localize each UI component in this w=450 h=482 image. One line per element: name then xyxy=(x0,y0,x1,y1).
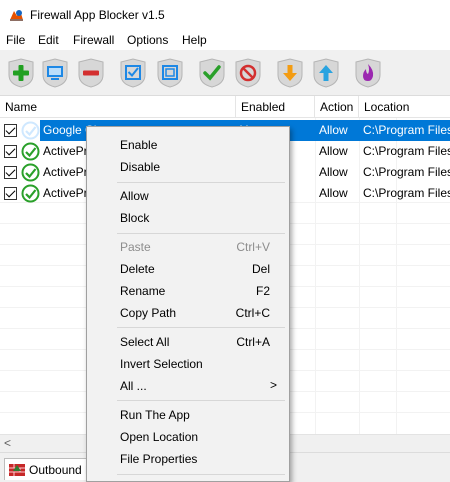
toolbar xyxy=(0,50,450,96)
menu-separator xyxy=(117,233,285,234)
menu-item-allow[interactable]: Allow xyxy=(87,185,289,207)
menu-file[interactable]: File xyxy=(6,33,25,47)
menu-help[interactable]: Help xyxy=(182,33,207,47)
firewall-wall-icon xyxy=(9,464,25,476)
remove-button[interactable] xyxy=(76,57,106,89)
check-all-button[interactable] xyxy=(118,57,148,89)
menu-item-select-all[interactable]: Select All Ctrl+A xyxy=(87,331,289,353)
row-action: Allow xyxy=(319,186,348,200)
flame-icon xyxy=(355,58,381,88)
arrow-down-icon xyxy=(277,58,303,88)
menu-item-block[interactable]: Block xyxy=(87,207,289,229)
allowed-icon xyxy=(21,163,40,182)
monitor-button[interactable] xyxy=(40,57,70,89)
menu-item-label: Disable xyxy=(120,160,161,174)
menu-options[interactable]: Options xyxy=(127,33,168,47)
menu-item-run-app[interactable]: Run The App xyxy=(87,404,289,426)
allowed-icon xyxy=(21,142,40,161)
menu-item-shortcut: Del xyxy=(251,262,270,276)
plus-icon xyxy=(8,58,34,88)
row-checkbox[interactable] xyxy=(4,187,17,200)
menu-item-disable[interactable]: Disable xyxy=(87,156,289,178)
allow-button[interactable] xyxy=(197,57,227,89)
column-header-name[interactable]: Name xyxy=(0,96,236,118)
row-action: Allow xyxy=(319,123,348,137)
menu-separator xyxy=(117,182,285,183)
outbound-rules-tab[interactable]: Outbound R xyxy=(4,458,96,480)
menu-item-label: Select All xyxy=(120,335,170,349)
menu-item-label: All ... xyxy=(120,379,147,393)
row-location: C:\Program Files ( xyxy=(363,186,450,200)
menu-separator xyxy=(117,474,285,475)
row-checkbox[interactable] xyxy=(4,124,17,137)
menu-item-shortcut: F2 xyxy=(255,284,270,298)
status-tab-label: Outbound R xyxy=(29,463,94,477)
menu-item-label: Delete xyxy=(120,262,155,276)
row-action: Allow xyxy=(319,165,348,179)
menu-item-label: Allow xyxy=(120,189,149,203)
scroll-left-arrow[interactable]: < xyxy=(4,436,11,450)
row-checkbox[interactable] xyxy=(4,166,17,179)
menu-item-open-location[interactable]: Open Location xyxy=(87,426,289,448)
menu-item-label: Paste xyxy=(120,240,151,254)
menu-item-rename[interactable]: Rename F2 xyxy=(87,280,289,302)
add-app-button[interactable] xyxy=(6,57,36,89)
list-header: Name Enabled Action Location xyxy=(0,96,450,118)
menu-item-invert-selection[interactable]: Invert Selection xyxy=(87,353,289,375)
menu-item-shortcut: Ctrl+A xyxy=(236,335,270,349)
column-header-enabled[interactable]: Enabled xyxy=(236,96,315,118)
context-menu: Enable Disable Allow Block Paste Ctrl+V D… xyxy=(86,126,290,482)
title-bar: Firewall App Blocker v1.5 xyxy=(0,0,450,30)
allowed-icon xyxy=(21,184,40,203)
menu-item-copy-path[interactable]: Copy Path Ctrl+C xyxy=(87,302,289,324)
column-header-location[interactable]: Location xyxy=(359,96,450,118)
menu-item-delete[interactable]: Delete Del xyxy=(87,258,289,280)
row-location: C:\Program Files ( xyxy=(363,165,450,179)
menu-item-paste[interactable]: Paste Ctrl+V xyxy=(87,236,289,258)
menu-bar: File Edit Firewall Options Help xyxy=(0,30,450,50)
checkmark-icon xyxy=(199,58,225,88)
menu-item-label: Enable xyxy=(120,138,158,152)
menu-item-label: Run The App xyxy=(120,408,190,422)
menu-item-shortcut: Ctrl+V xyxy=(236,240,270,254)
app-logo-icon xyxy=(10,10,23,21)
block-icon xyxy=(235,58,261,88)
menu-item-label: Open Location xyxy=(120,430,199,444)
window-icon xyxy=(157,58,183,88)
minus-icon xyxy=(78,58,104,88)
menu-edit[interactable]: Edit xyxy=(38,33,59,47)
menu-item-label: Invert Selection xyxy=(120,357,203,371)
menu-separator xyxy=(117,400,285,401)
menu-item-label: File Properties xyxy=(120,452,198,466)
row-checkbox[interactable] xyxy=(4,145,17,158)
move-down-button[interactable] xyxy=(275,57,305,89)
menu-item-label: Rename xyxy=(120,284,166,298)
menu-item-all-submenu[interactable]: All ... > xyxy=(87,375,289,397)
menu-item-label: Copy Path xyxy=(120,306,177,320)
monitor-icon xyxy=(42,58,68,88)
firewall-button[interactable] xyxy=(353,57,383,89)
row-location: C:\Program Files ( xyxy=(363,123,450,137)
column-header-action[interactable]: Action xyxy=(315,96,359,118)
menu-item-shortcut: Ctrl+C xyxy=(235,306,270,320)
move-up-button[interactable] xyxy=(311,57,341,89)
menu-separator xyxy=(117,327,285,328)
row-location: C:\Program Files ( xyxy=(363,144,450,158)
uncheck-all-button[interactable] xyxy=(155,57,185,89)
menu-firewall[interactable]: Firewall xyxy=(73,33,114,47)
arrow-up-icon xyxy=(313,58,339,88)
menu-item-file-properties[interactable]: File Properties xyxy=(87,448,289,470)
window-title: Firewall App Blocker v1.5 xyxy=(30,8,165,22)
row-action: Allow xyxy=(319,144,348,158)
allowed-icon xyxy=(21,121,40,140)
menu-item-enable[interactable]: Enable xyxy=(87,134,289,156)
menu-item-label: Block xyxy=(120,211,150,225)
checklist-icon xyxy=(120,58,146,88)
submenu-arrow-icon: > xyxy=(269,378,277,392)
block-button[interactable] xyxy=(233,57,263,89)
